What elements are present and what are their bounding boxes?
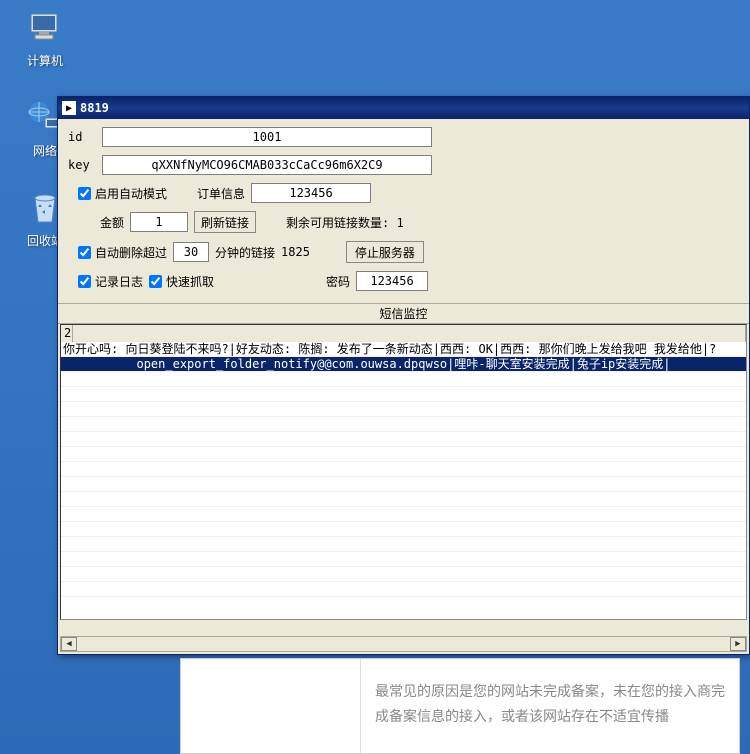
list-row-selected[interactable]: open_export_folder_notify@@com.ouwsa.dpq… [61,357,746,372]
checkbox-autodel[interactable] [78,246,91,259]
titlebar[interactable]: ▶ 8819 [58,97,749,119]
scroll-right-button[interactable]: ▶ [730,637,746,651]
password-label: 密码 [326,273,350,290]
id-label: id [68,130,96,144]
autodel-minutes-input[interactable] [173,242,209,262]
browser-sidebar [181,659,361,753]
checkbox-fast[interactable] [149,275,162,288]
list-row[interactable] [61,522,746,537]
app-window: ▶ 8819 id key 启用自动模式 订单信息 金额 刷新链接 剩余可用链接… [57,96,750,655]
refresh-link-button[interactable]: 刷新链接 [194,211,256,233]
cb-log[interactable]: 记录日志 [78,273,143,290]
stop-server-button[interactable]: 停止服务器 [346,241,424,263]
desktop-icon-label: 计算机 [10,52,80,69]
list-row[interactable] [61,567,746,582]
sms-monitor-header: 短信监控 [58,303,749,324]
list-row[interactable] [61,462,746,477]
app-icon: ▶ [62,101,76,115]
scroll-left-button[interactable]: ◀ [61,637,77,651]
remaining-links-label: 剩余可用链接数量: 1 [286,214,404,231]
list-row[interactable] [61,387,746,402]
amount-input[interactable] [130,212,188,232]
checkbox-auto[interactable] [78,187,91,200]
list-col-left[interactable]: 2 [61,325,73,342]
form-area: id key 启用自动模式 订单信息 金额 刷新链接 剩余可用链接数量: 1 [58,119,749,303]
list-row[interactable] [61,372,746,387]
order-info-input[interactable] [251,183,371,203]
amount-label: 金额 [100,214,124,231]
list-row[interactable] [61,402,746,417]
scroll-track[interactable] [77,637,730,651]
autodel-suffix: 分钟的链接 [215,244,275,261]
list-row[interactable] [61,552,746,567]
checkbox-log[interactable] [78,275,91,288]
horizontal-scrollbar[interactable]: ◀ ▶ [60,636,747,652]
list-row[interactable] [61,477,746,492]
key-input[interactable] [102,155,432,175]
list-header: 2 [61,325,746,342]
password-input[interactable] [356,271,428,291]
list-row[interactable]: 你开心吗: 向日葵登陆不来吗?|好友动态: 陈搁: 发布了一条新动态|西西: O… [61,342,746,357]
list-row[interactable] [61,432,746,447]
order-info-label: 订单信息 [197,185,245,202]
cb-autodelete[interactable]: 自动删除超过 [78,244,167,261]
browser-region: 最常见的原因是您的网站未完成备案，未在您的接入商完成备案信息的接入，或者该网站存… [180,658,740,754]
list-row[interactable] [61,447,746,462]
cb-fastgrab[interactable]: 快速抓取 [149,273,214,290]
list-col-main[interactable] [73,325,746,342]
computer-icon [25,8,65,48]
list-row[interactable] [61,582,746,597]
browser-error-text: 最常见的原因是您的网站未完成备案，未在您的接入商完成备案信息的接入，或者该网站存… [361,659,739,753]
list-row[interactable] [61,417,746,432]
list-row[interactable] [61,537,746,552]
list-row[interactable] [61,492,746,507]
id-input[interactable] [102,127,432,147]
cb-auto-mode[interactable]: 启用自动模式 [78,185,167,202]
desktop-icon-computer[interactable]: 计算机 [10,8,80,69]
sms-monitor-list[interactable]: 2 你开心吗: 向日葵登陆不来吗?|好友动态: 陈搁: 发布了一条新动态|西西:… [60,324,747,620]
autodel-count: 1825 [281,245,310,259]
window-title: 8819 [80,101,109,115]
list-row[interactable] [61,507,746,522]
key-label: key [68,158,96,172]
